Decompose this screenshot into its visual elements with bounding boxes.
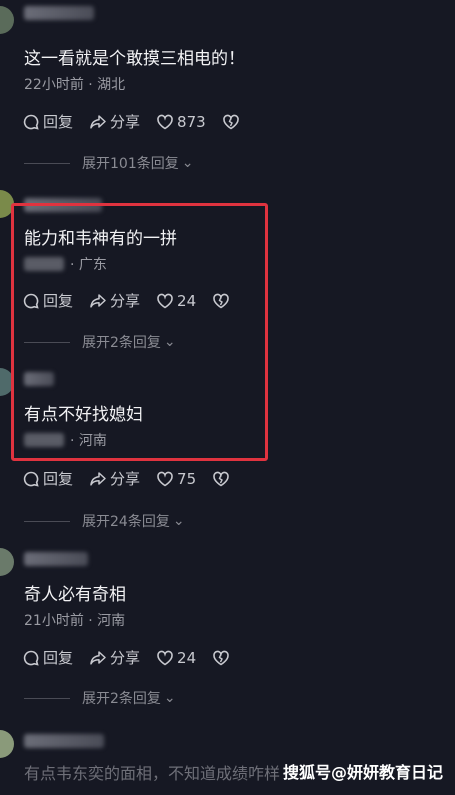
comment-actions: 回复 分享 75 [22, 468, 249, 489]
share-button[interactable]: 分享 [89, 647, 140, 668]
expand-replies[interactable]: 展开24条回复 ⌄ [24, 511, 185, 531]
like-button[interactable]: 24 [156, 649, 196, 667]
divider-line [24, 697, 70, 699]
reply-label: 回复 [43, 470, 74, 488]
reply-button[interactable]: 回复 [22, 111, 73, 132]
heart-icon [157, 114, 173, 129]
comment-meta-text: 21小时前 · 河南 [24, 613, 126, 629]
avatar[interactable] [0, 6, 14, 34]
comment-bubble-icon [23, 114, 39, 130]
chevron-down-icon: ⌄ [181, 155, 194, 171]
broken-heart-icon [213, 650, 229, 665]
divider-line [24, 520, 70, 522]
expand-label: 展开101条回复 [82, 156, 179, 172]
share-label: 分享 [110, 470, 141, 488]
heart-icon [157, 650, 173, 665]
like-button[interactable]: 873 [156, 113, 206, 131]
heart-icon [157, 471, 173, 486]
username-blurred[interactable] [24, 552, 88, 566]
divider-line [24, 162, 70, 164]
share-button[interactable]: 分享 [89, 468, 140, 489]
share-label: 分享 [110, 113, 141, 131]
comment-bubble-icon [23, 471, 39, 487]
comment-text: 奇人必有奇相 [24, 585, 126, 605]
like-button[interactable]: 75 [156, 470, 196, 488]
expand-replies[interactable]: 展开2条回复 ⌄ [24, 688, 176, 708]
like-count: 75 [177, 469, 197, 488]
share-label: 分享 [110, 649, 141, 667]
chevron-down-icon: ⌄ [163, 690, 176, 706]
share-arrow-icon [90, 650, 106, 665]
dislike-button[interactable] [212, 470, 233, 488]
reply-label: 回复 [43, 113, 74, 131]
share-button[interactable]: 分享 [89, 111, 140, 132]
share-arrow-icon [90, 471, 106, 486]
highlight-box [11, 203, 268, 461]
avatar[interactable] [0, 548, 14, 576]
comment-text: 这一看就是个敢摸三相电的！ [24, 49, 245, 69]
comment-actions: 回复 分享 873 [22, 111, 259, 132]
reply-button[interactable]: 回复 [22, 647, 73, 668]
watermark: 搜狐号@妍妍教育日记 [282, 763, 443, 782]
share-arrow-icon [90, 114, 106, 129]
expand-label: 展开24条回复 [82, 514, 170, 530]
broken-heart-icon [213, 471, 229, 486]
comment-meta: 21小时前 · 河南 [24, 610, 125, 630]
avatar[interactable] [0, 730, 14, 758]
like-count: 873 [177, 112, 206, 131]
username-blurred[interactable] [24, 6, 94, 20]
reply-button[interactable]: 回复 [22, 468, 73, 489]
comment-text-preview: 有点韦东奕的面相，不知道成绩咋样 [24, 764, 281, 783]
broken-heart-icon [222, 114, 239, 129]
comment-bubble-icon [23, 650, 39, 666]
comment-meta: 22小时前 · 湖北 [24, 74, 125, 94]
expand-label: 展开2条回复 [82, 691, 161, 707]
comment-meta-text: 22小时前 · 湖北 [24, 77, 126, 93]
expand-replies[interactable]: 展开101条回复 ⌄ [24, 153, 193, 173]
reply-label: 回复 [43, 649, 74, 667]
like-count: 24 [177, 648, 197, 667]
chevron-down-icon: ⌄ [172, 513, 185, 529]
dislike-button[interactable] [222, 113, 243, 131]
dislike-button[interactable] [212, 649, 233, 667]
comment-actions: 回复 分享 24 [22, 647, 249, 668]
username-blurred[interactable] [24, 734, 104, 748]
